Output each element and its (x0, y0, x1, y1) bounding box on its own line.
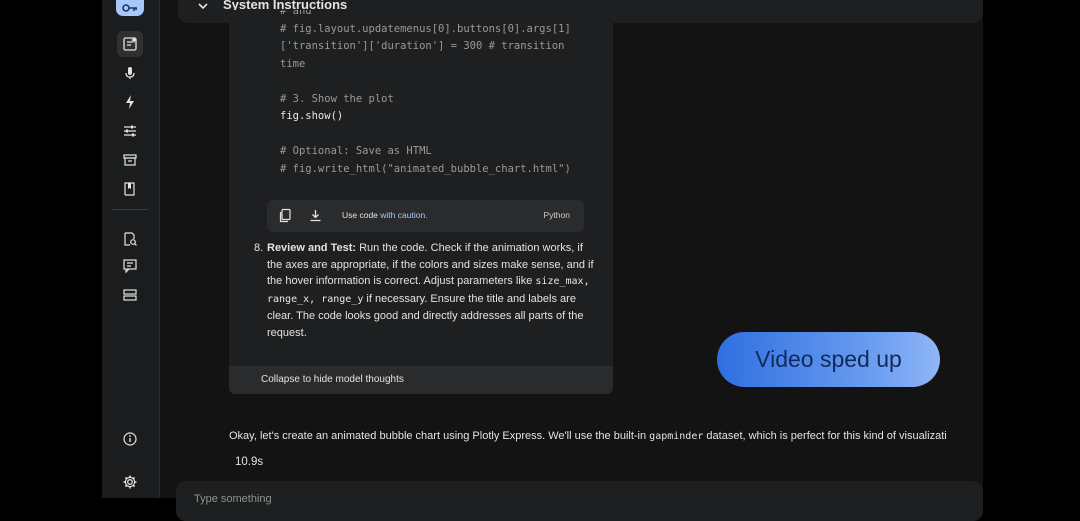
sidebar-item-chat[interactable] (117, 31, 143, 57)
letterbox-right (983, 0, 1080, 498)
sidebar-item-starter-apps[interactable] (117, 89, 143, 115)
gear-icon (123, 475, 137, 489)
download-icon[interactable] (308, 208, 323, 223)
sidebar-item-search-docs[interactable] (117, 226, 143, 252)
response-text: Okay, let's create an animated bubble ch… (229, 430, 650, 442)
microphone-icon (125, 67, 135, 79)
caution-link[interactable]: with caution. (380, 210, 427, 220)
app-logo[interactable] (116, 0, 144, 16)
code-toolbar: Use code with caution. Python (267, 200, 584, 232)
code-line: ['transition']['duration'] = 300 # trans… (280, 40, 565, 52)
sidebar-item-settings[interactable] (117, 469, 143, 495)
sidebar-divider (112, 209, 148, 210)
caution-note: Use code with caution. (342, 210, 428, 220)
letterbox-left (0, 0, 102, 498)
code-line: fig.show() (280, 110, 344, 122)
code-line: time (280, 57, 306, 70)
step-title: Review and Test: (267, 242, 357, 254)
inline-code: gapminder (649, 431, 704, 442)
code-line: # and (280, 10, 312, 17)
code-line: # fig.layout.updatemenus[0].buttons[0].a… (280, 22, 571, 35)
sidebar-item-docs[interactable] (117, 176, 143, 202)
book-icon (124, 182, 135, 196)
inline-code-separator: , (309, 293, 322, 305)
step-item: 8. Review and Test: Run the code. Check … (254, 240, 594, 341)
archive-icon (123, 154, 137, 166)
code-line: # 3. Show the plot (280, 92, 394, 105)
sliders-icon (124, 125, 136, 137)
code-line: # Optional: Save as HTML (280, 145, 432, 157)
response-timing: 10.9s (235, 456, 264, 468)
code-block: # and # fig.layout.updatemenus[0].buttons… (280, 10, 580, 178)
sidebar-item-stream[interactable] (117, 60, 143, 86)
copy-icon[interactable] (278, 208, 293, 223)
feedback-icon (123, 259, 137, 274)
sidebar-item-tune[interactable] (117, 118, 143, 144)
collapse-label: Collapse to hide model thoughts (261, 374, 404, 385)
main-content: System Instructions # and # fig.layout.up… (160, 0, 983, 521)
video-speed-overlay: Video sped up (717, 332, 940, 387)
key-icon (122, 4, 137, 12)
chat-prompt-icon (123, 37, 137, 51)
storage-icon (123, 289, 137, 301)
chevron-down-icon (198, 3, 208, 10)
caution-prefix: Use code (342, 210, 381, 220)
sidebar-item-library[interactable] (117, 147, 143, 173)
document-search-icon (124, 232, 137, 246)
collapse-thoughts-button[interactable]: Collapse to hide model thoughts (229, 366, 613, 394)
step-number: 8. (254, 242, 264, 254)
inline-code: size_max (535, 276, 584, 287)
lightning-icon (126, 95, 134, 109)
model-response-text: Okay, let's create an animated bubble ch… (229, 430, 947, 442)
sidebar-item-info[interactable] (117, 426, 143, 452)
info-icon (123, 432, 137, 446)
inline-code: range_x (267, 293, 310, 305)
prompt-input[interactable]: Type something (176, 481, 983, 521)
step-body: Review and Test: Run the code. Check if … (267, 240, 594, 341)
inline-code-separator: , (583, 276, 590, 287)
inline-code: range_y (321, 293, 364, 305)
model-thoughts-panel: # and # fig.layout.updatemenus[0].buttons… (229, 10, 613, 394)
sidebar-item-storage[interactable] (117, 282, 143, 308)
sidebar (102, 0, 160, 498)
prompt-placeholder: Type something (194, 493, 272, 505)
response-text: dataset, which is perfect for this kind … (703, 430, 947, 442)
code-language-label: Python (543, 210, 570, 220)
code-line: # fig.write_html("animated_bubble_chart.… (280, 162, 571, 175)
sidebar-item-feedback[interactable] (117, 253, 143, 279)
